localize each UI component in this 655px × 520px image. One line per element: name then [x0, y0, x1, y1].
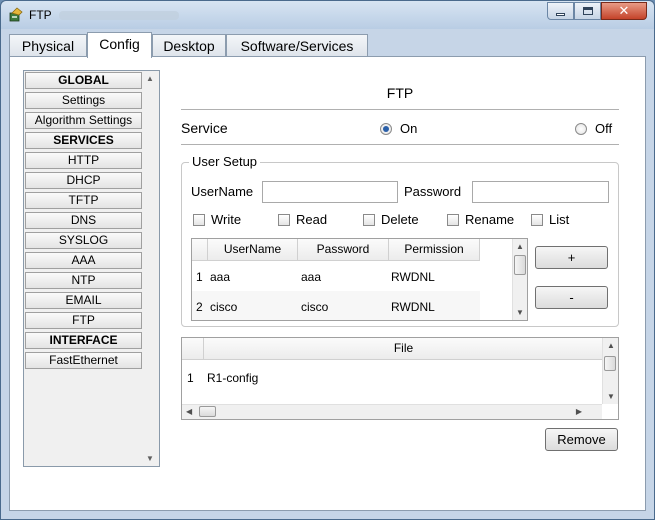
- users-table-scrollbar[interactable]: ▲ ▼: [512, 239, 527, 320]
- scroll-thumb[interactable]: [199, 406, 216, 417]
- maximize-button[interactable]: [574, 2, 601, 20]
- sidebar-item-syslog[interactable]: SYSLOG: [25, 232, 142, 249]
- add-user-button[interactable]: +: [535, 246, 608, 269]
- title-bar[interactable]: FTP ✕: [1, 1, 654, 29]
- password-label: Password: [404, 184, 462, 199]
- write-checkbox[interactable]: [193, 214, 205, 226]
- password-input[interactable]: [472, 181, 609, 203]
- table-header-permission[interactable]: Permission: [389, 239, 480, 261]
- sidebar-item-global[interactable]: GLOBAL: [25, 72, 142, 89]
- sidebar-item-dhcp[interactable]: DHCP: [25, 172, 142, 189]
- cell-password[interactable]: aaa: [301, 270, 321, 284]
- minimize-icon: [556, 12, 565, 16]
- remove-file-button[interactable]: Remove: [545, 428, 618, 451]
- username-input[interactable]: [262, 181, 398, 203]
- ftp-content: FTP Service On Off User Setup UserName P…: [181, 57, 621, 497]
- scroll-down-icon[interactable]: ▼: [516, 308, 524, 317]
- sidebar-item-fastethernet[interactable]: FastEthernet: [25, 352, 142, 369]
- tab-config[interactable]: Config: [87, 32, 152, 58]
- sidebar-item-settings[interactable]: Settings: [25, 92, 142, 109]
- scroll-left-icon[interactable]: ◀: [186, 407, 192, 416]
- app-icon: [9, 7, 23, 22]
- service-on-radio[interactable]: [380, 123, 392, 135]
- scroll-down-icon[interactable]: ▼: [146, 454, 154, 463]
- write-label[interactable]: Write: [211, 212, 241, 227]
- service-off-radio[interactable]: [575, 123, 587, 135]
- cell-username[interactable]: aaa: [210, 270, 230, 284]
- window-title: FTP: [29, 8, 52, 22]
- sidebar-item-tftp[interactable]: TFTP: [25, 192, 142, 209]
- files-table: File 1 R1-config ▲ ▼ ◀ ▶: [181, 337, 619, 420]
- sidebar-scrollbar[interactable]: ▲ ▼: [142, 71, 159, 466]
- divider: [181, 144, 619, 145]
- list-label[interactable]: List: [549, 212, 569, 227]
- maximize-icon: [582, 7, 593, 15]
- page-title: FTP: [386, 85, 414, 101]
- config-panel: GLOBAL Settings Algorithm Settings SERVI…: [9, 56, 646, 511]
- table-header-username[interactable]: UserName: [208, 239, 298, 261]
- table-header-file[interactable]: File: [204, 338, 604, 360]
- sidebar-item-ntp[interactable]: NTP: [25, 272, 142, 289]
- service-off-label[interactable]: Off: [595, 121, 612, 136]
- table-header-password[interactable]: Password: [298, 239, 389, 261]
- minimize-button[interactable]: [547, 2, 574, 20]
- read-checkbox[interactable]: [278, 214, 290, 226]
- close-icon: ✕: [618, 3, 630, 19]
- tab-software-services[interactable]: Software/Services: [226, 34, 368, 57]
- scroll-right-icon[interactable]: ▶: [576, 407, 582, 416]
- cell-username[interactable]: cisco: [210, 300, 237, 314]
- service-on-label[interactable]: On: [400, 121, 417, 136]
- sidebar-item-ftp[interactable]: FTP: [25, 312, 142, 329]
- sidebar-item-aaa[interactable]: AAA: [25, 252, 142, 269]
- sidebar-item-http[interactable]: HTTP: [25, 152, 142, 169]
- sidebar-item-dns[interactable]: DNS: [25, 212, 142, 229]
- app-window: FTP ✕ Physical Config Desktop Software/S…: [0, 0, 655, 520]
- config-sidebar: GLOBAL Settings Algorithm Settings SERVI…: [23, 70, 160, 467]
- files-table-vscrollbar[interactable]: ▲ ▼: [602, 338, 618, 404]
- scroll-thumb[interactable]: [604, 356, 616, 371]
- files-table-hscrollbar[interactable]: ◀ ▶: [182, 404, 602, 419]
- scroll-up-icon[interactable]: ▲: [146, 74, 154, 83]
- scroll-down-icon[interactable]: ▼: [607, 392, 615, 401]
- service-label: Service: [181, 120, 228, 136]
- scroll-up-icon[interactable]: ▲: [516, 242, 524, 251]
- delete-label[interactable]: Delete: [381, 212, 419, 227]
- list-checkbox[interactable]: [531, 214, 543, 226]
- delete-checkbox[interactable]: [363, 214, 375, 226]
- tab-physical[interactable]: Physical: [9, 34, 87, 57]
- sidebar-item-email[interactable]: EMAIL: [25, 292, 142, 309]
- table-row[interactable]: [192, 262, 480, 291]
- table-header-corner: [182, 338, 204, 360]
- tab-desktop[interactable]: Desktop: [152, 34, 226, 57]
- cell-password[interactable]: cisco: [301, 300, 328, 314]
- username-label: UserName: [191, 184, 254, 199]
- cell-permission[interactable]: RWDNL: [391, 300, 435, 314]
- read-label[interactable]: Read: [296, 212, 327, 227]
- sidebar-item-algorithm-settings[interactable]: Algorithm Settings: [25, 112, 142, 129]
- title-blurred-text: [59, 11, 179, 20]
- divider: [181, 109, 619, 110]
- scroll-up-icon[interactable]: ▲: [607, 341, 615, 350]
- rename-label[interactable]: Rename: [465, 212, 514, 227]
- scroll-thumb[interactable]: [514, 255, 526, 275]
- row-number: 1: [196, 270, 203, 284]
- row-number: 1: [187, 371, 194, 385]
- remove-user-button[interactable]: -: [535, 286, 608, 309]
- sidebar-item-interface[interactable]: INTERFACE: [25, 332, 142, 349]
- rename-checkbox[interactable]: [447, 214, 459, 226]
- close-button[interactable]: ✕: [601, 2, 647, 20]
- table-header-corner: [192, 239, 208, 261]
- sidebar-item-services[interactable]: SERVICES: [25, 132, 142, 149]
- user-setup-title: User Setup: [189, 154, 261, 169]
- cell-permission[interactable]: RWDNL: [391, 270, 435, 284]
- cell-file-name[interactable]: R1-config: [207, 371, 258, 385]
- users-table: UserName Password Permission 1 aaa aaa R…: [191, 238, 528, 321]
- row-number: 2: [196, 300, 203, 314]
